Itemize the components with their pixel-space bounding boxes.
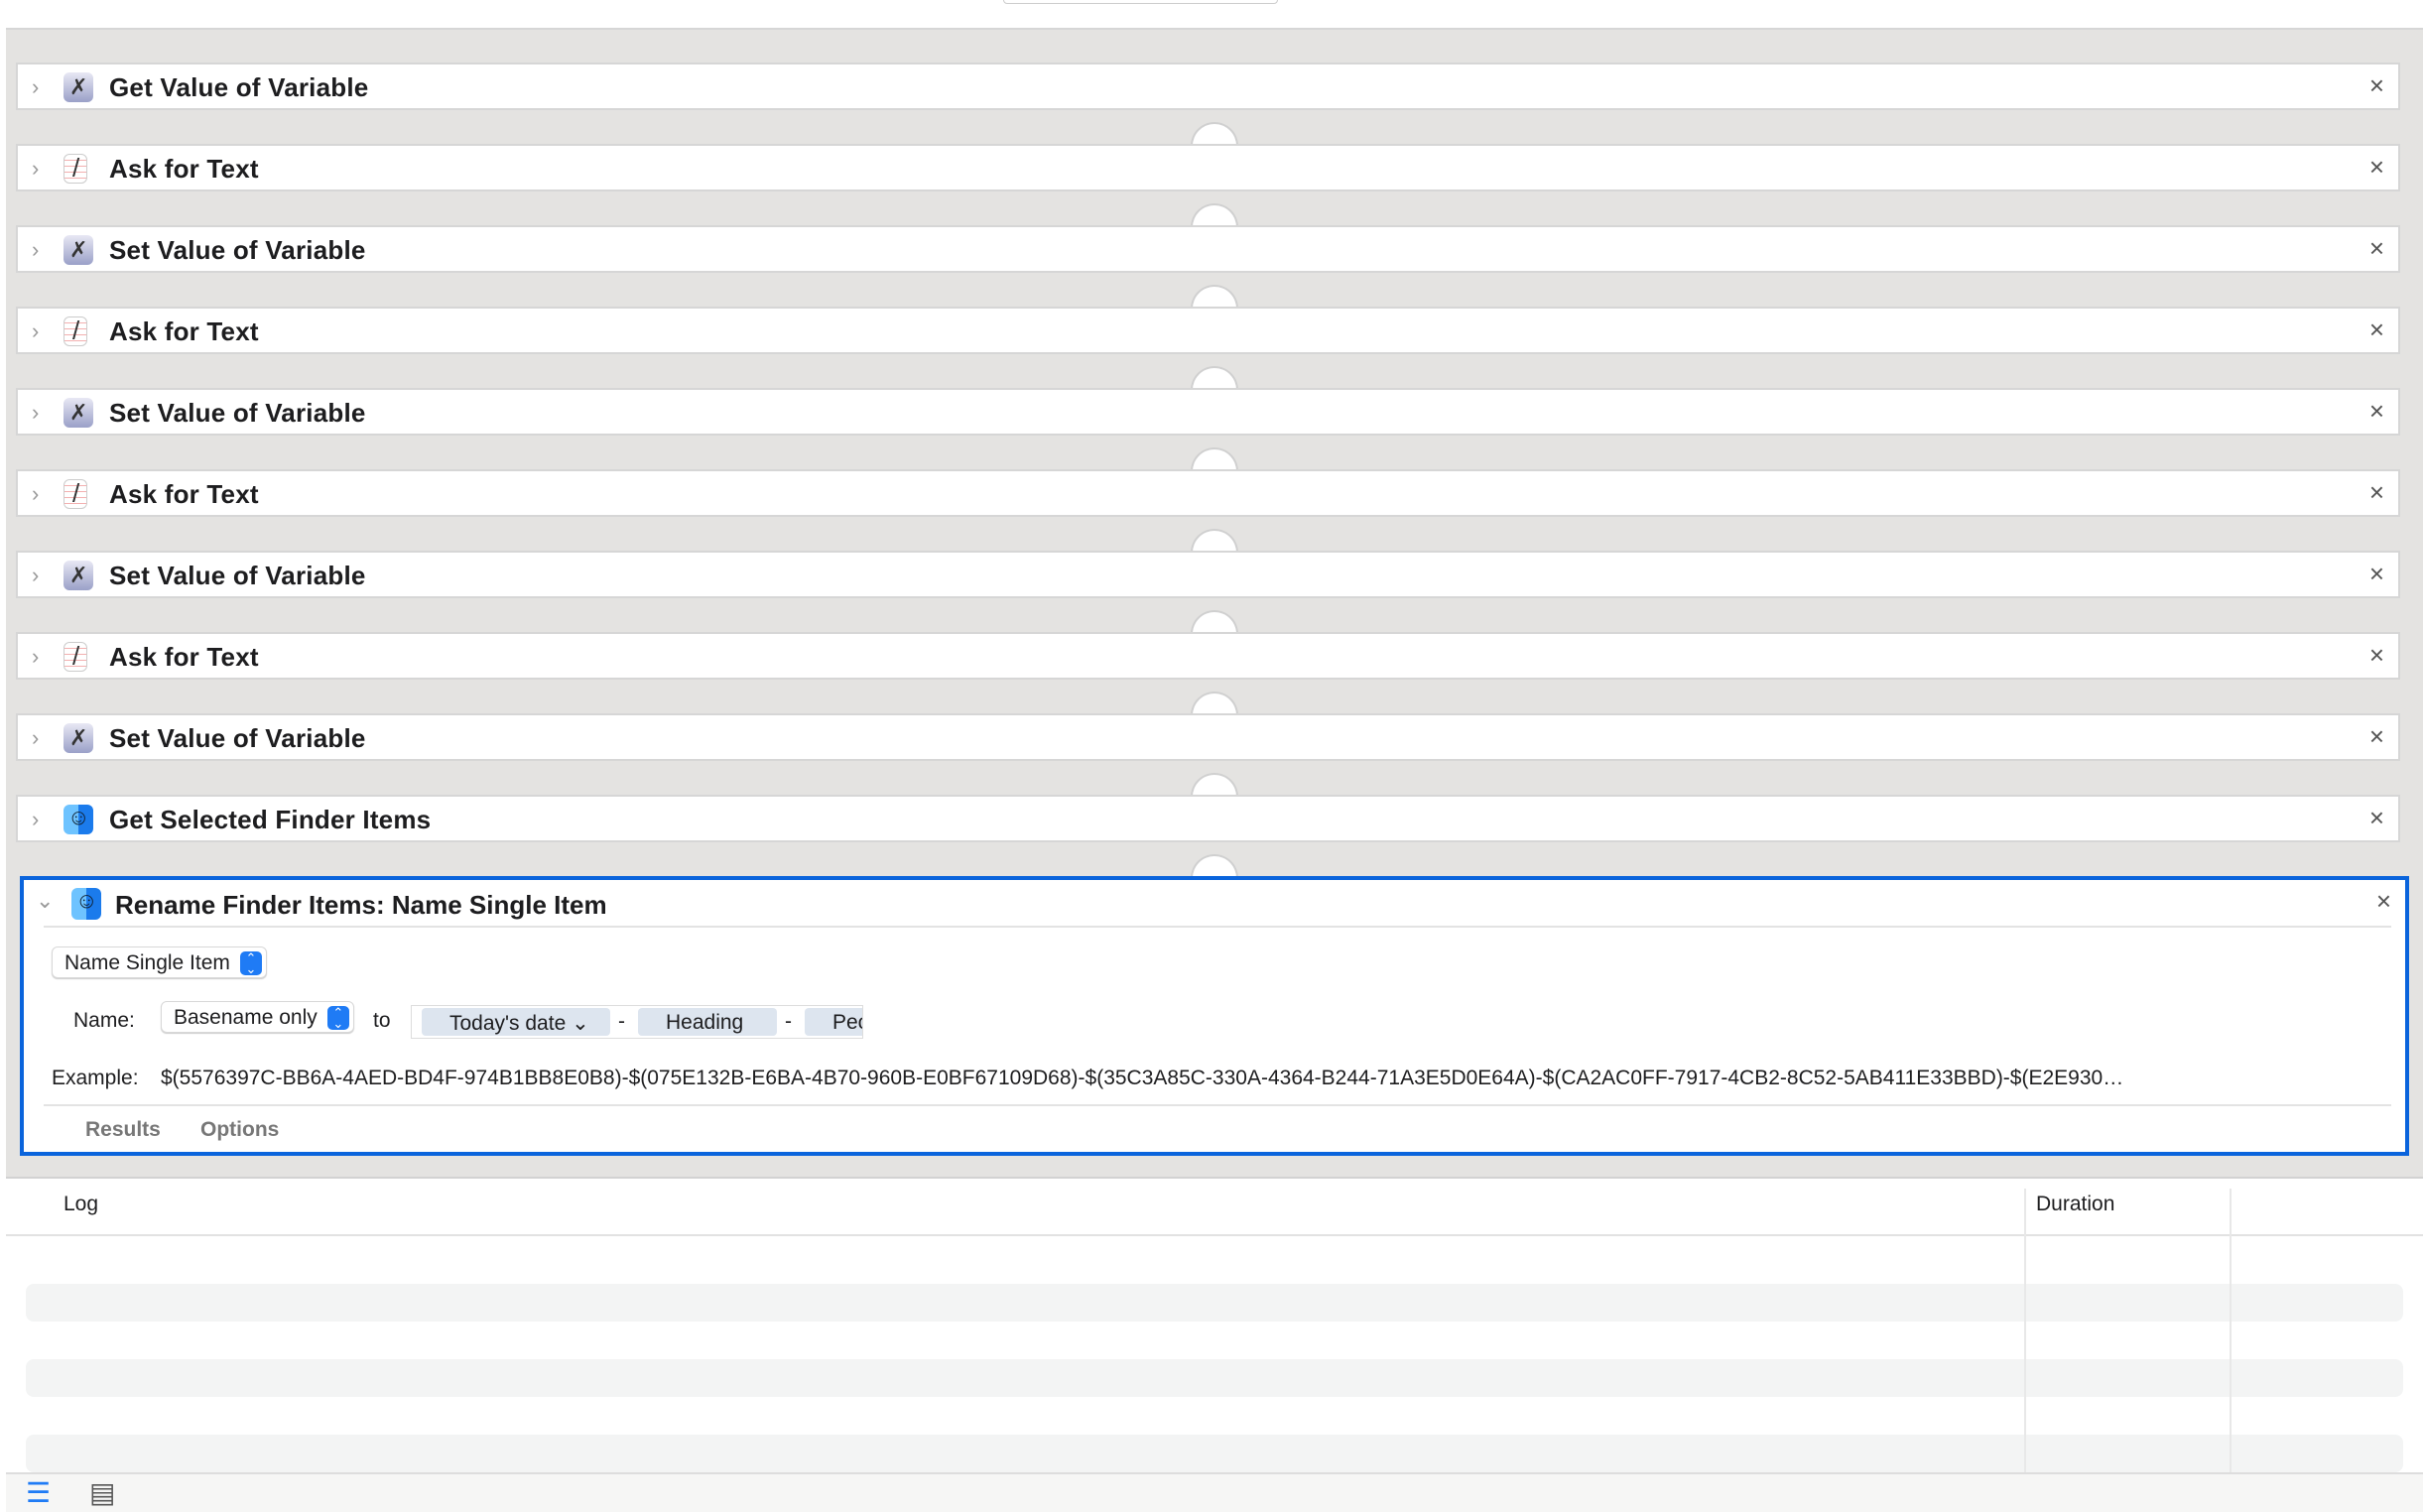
log-column-header[interactable]: Log <box>64 1193 98 1216</box>
log-panel: Log Duration <box>6 1181 2423 1472</box>
token-label: Pec <box>832 1011 862 1034</box>
token-heading[interactable]: Heading ⌄ <box>638 1008 777 1038</box>
log-row <box>26 1359 2403 1397</box>
chevron-right-icon[interactable]: › <box>32 563 39 588</box>
text-edit-icon <box>64 641 87 672</box>
chevron-right-icon[interactable]: › <box>32 807 39 832</box>
example-label: Example: <box>52 1067 139 1089</box>
log-row <box>26 1435 2403 1472</box>
mode-value: Name Single Item <box>64 951 230 974</box>
chevron-right-icon[interactable]: › <box>32 237 39 263</box>
name-label: Name: <box>73 1009 135 1032</box>
action-title: Ask for Text <box>109 642 259 672</box>
variable-icon <box>64 235 93 265</box>
close-icon[interactable]: × <box>2369 152 2384 183</box>
close-icon[interactable]: × <box>2376 886 2391 917</box>
chevron-right-icon[interactable]: › <box>32 318 39 344</box>
name-scope-value: Basename only <box>174 1006 318 1029</box>
action-row[interactable]: › Get Value of Variable × <box>16 63 2400 110</box>
duration-column-header[interactable]: Duration <box>2036 1193 2114 1216</box>
token-label: Heading <box>666 1011 744 1034</box>
action-row[interactable]: › Set Value of Variable × <box>16 225 2400 273</box>
split-view-icon[interactable]: ▤ <box>89 1476 115 1509</box>
chevron-right-icon[interactable]: › <box>32 481 39 507</box>
action-row[interactable]: › Set Value of Variable × <box>16 551 2400 598</box>
variable-icon <box>64 398 93 428</box>
close-icon[interactable]: × <box>2369 233 2384 264</box>
action-row[interactable]: › Set Value of Variable × <box>16 713 2400 761</box>
token-todays-date[interactable]: Today's date ⌄ <box>422 1008 610 1036</box>
chevron-right-icon[interactable]: › <box>32 74 39 100</box>
workflow-top-area <box>6 0 2423 30</box>
action-row[interactable]: › Set Value of Variable × <box>16 388 2400 436</box>
name-token-field[interactable]: Today's date ⌄ - Heading ⌄ - Pec <box>411 1005 863 1039</box>
stepper-icon: ⌃ ⌄ <box>326 1006 349 1030</box>
text-edit-icon <box>64 478 87 509</box>
action-title: Get Selected Finder Items <box>109 805 432 834</box>
close-icon[interactable]: × <box>2369 559 2384 589</box>
close-icon[interactable]: × <box>2369 70 2384 101</box>
variable-icon <box>64 561 93 590</box>
variable-icon <box>64 72 93 102</box>
token-label: Today's date <box>449 1012 567 1035</box>
mode-popup[interactable]: Name Single Item ⌃ ⌄ <box>52 946 267 978</box>
action-title: Ask for Text <box>109 316 259 346</box>
header-divider <box>6 1234 2423 1236</box>
action-row[interactable]: › Ask for Text × <box>16 632 2400 680</box>
chevron-right-icon[interactable]: › <box>32 725 39 751</box>
close-icon[interactable]: × <box>2369 803 2384 833</box>
close-icon[interactable]: × <box>2369 721 2384 752</box>
finder-icon <box>71 888 101 920</box>
name-scope-popup[interactable]: Basename only ⌃ ⌄ <box>161 1001 354 1033</box>
column-divider[interactable] <box>2230 1189 2232 1472</box>
to-label: to <box>373 1009 391 1032</box>
action-title: Ask for Text <box>109 154 259 184</box>
divider <box>44 1104 2391 1106</box>
column-divider[interactable] <box>2024 1189 2026 1472</box>
close-icon[interactable]: × <box>2369 477 2384 508</box>
action-title: Set Value of Variable <box>109 723 366 753</box>
action-rename-finder-items[interactable]: ⌄ Rename Finder Items: Name Single Item … <box>20 876 2409 1156</box>
list-view-icon[interactable]: ☰ <box>26 1476 51 1509</box>
bottom-toolbar: ☰ ▤ <box>6 1472 2423 1512</box>
action-row[interactable]: › Ask for Text × <box>16 144 2400 191</box>
text-edit-icon <box>64 153 87 184</box>
action-title: Set Value of Variable <box>109 398 366 428</box>
finder-icon <box>64 805 93 834</box>
chevron-right-icon[interactable]: › <box>32 644 39 670</box>
text-edit-icon <box>64 315 87 346</box>
action-row[interactable]: › Ask for Text × <box>16 307 2400 354</box>
divider <box>44 926 2391 928</box>
close-icon[interactable]: × <box>2369 315 2384 345</box>
action-title: Get Value of Variable <box>109 72 369 102</box>
variable-icon <box>64 723 93 753</box>
action-row[interactable]: › Get Selected Finder Items × <box>16 795 2400 842</box>
separator: - <box>785 1010 792 1033</box>
close-icon[interactable]: × <box>2369 640 2384 671</box>
chevron-down-icon[interactable]: ⌄ <box>36 888 54 914</box>
stepper-icon: ⌃ ⌄ <box>239 951 262 975</box>
example-value: $(5576397C-BB6A-4AED-BD4F-974B1BB8E0B8)-… <box>161 1067 2124 1089</box>
action-title: Set Value of Variable <box>109 235 366 265</box>
action-row[interactable]: › Ask for Text × <box>16 469 2400 517</box>
action-title: Ask for Text <box>109 479 259 509</box>
close-icon[interactable]: × <box>2369 396 2384 427</box>
action-title: Set Value of Variable <box>109 561 366 590</box>
token-pec[interactable]: Pec <box>805 1008 862 1036</box>
previous-action-edge <box>1003 0 1278 4</box>
separator: - <box>618 1010 625 1033</box>
chevron-right-icon[interactable]: › <box>32 400 39 426</box>
chevron-right-icon[interactable]: › <box>32 156 39 182</box>
log-row <box>26 1284 2403 1322</box>
action-title: Rename Finder Items: Name Single Item <box>115 890 607 920</box>
tab-results[interactable]: Results <box>85 1118 161 1142</box>
tab-options[interactable]: Options <box>200 1118 279 1142</box>
